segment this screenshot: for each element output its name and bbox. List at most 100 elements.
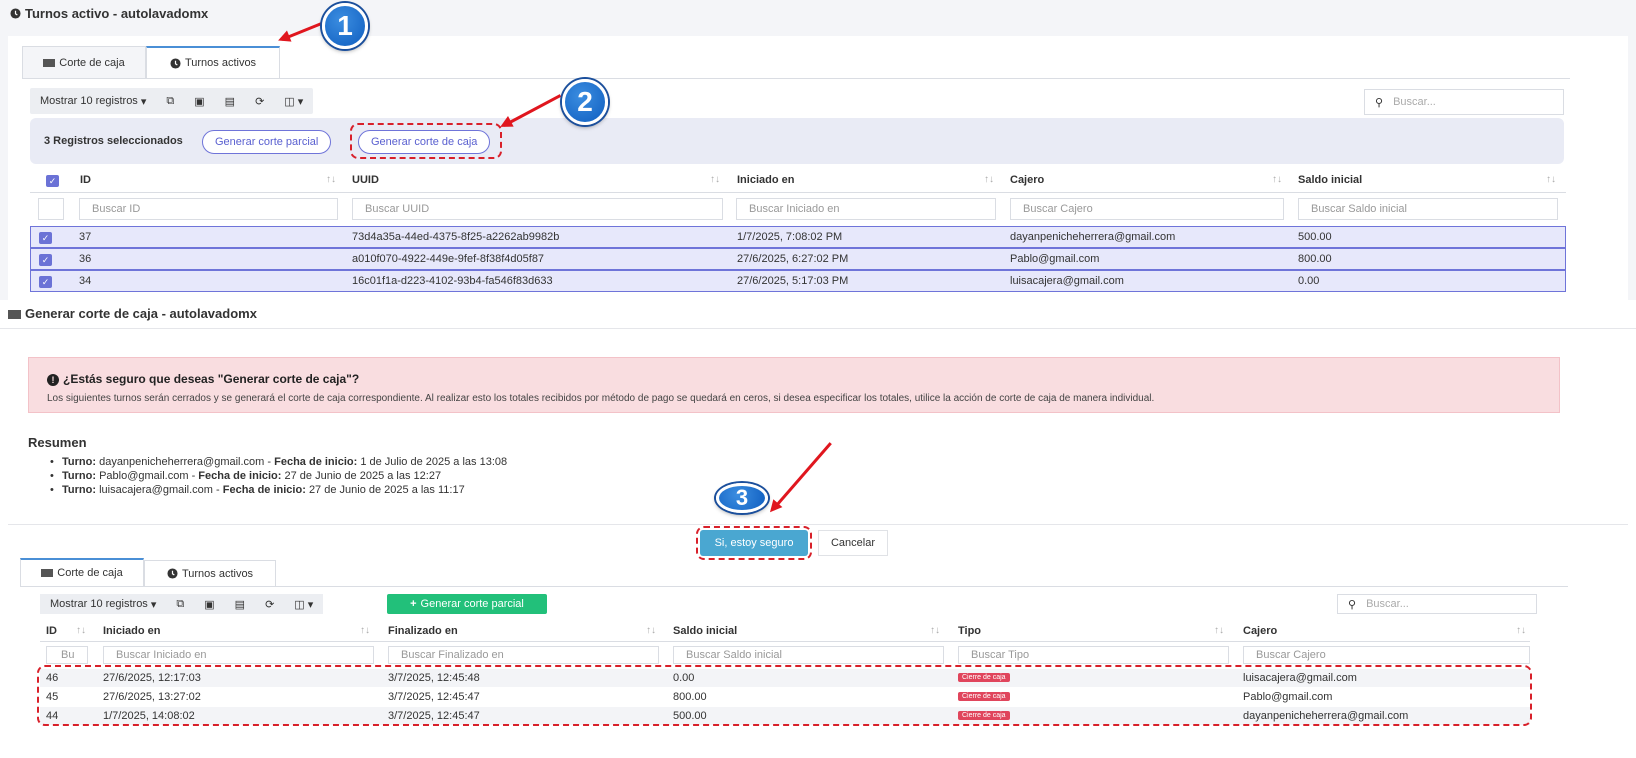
col-cashier[interactable]: Cajero — [1010, 174, 1044, 186]
search-icon: ⚲ — [1348, 598, 1357, 611]
active-shifts-panel: Turnos activo - autolavadomx Corte de ca… — [0, 0, 1636, 318]
tab-corte-de-caja[interactable]: Corte de caja — [20, 558, 144, 586]
alert-body: Los siguientes turnos serán cerrados y s… — [47, 393, 1155, 404]
tab-corte-de-caja[interactable]: Corte de caja — [22, 46, 146, 78]
sort-icon[interactable]: ↑↓ — [1214, 625, 1224, 636]
search-input[interactable]: ⚲ Buscar... — [1337, 594, 1537, 614]
summary-title: Resumen — [28, 435, 87, 450]
sort-icon[interactable]: ↑↓ — [360, 625, 370, 636]
sort-icon[interactable]: ↑↓ — [710, 174, 720, 185]
summary-turno: luisacajera@gmail.com — [99, 484, 213, 496]
col-cashier[interactable]: Cajero — [1243, 625, 1277, 637]
summary-item: Turno: dayanpenicheherrera@gmail.com - F… — [50, 456, 508, 468]
table-row[interactable]: ✓ 37 73d4a35a-44ed-4375-8f25-a2262ab9982… — [30, 226, 1566, 248]
csv-button[interactable]: ▤ — [215, 88, 245, 114]
sort-icon[interactable]: ↑↓ — [646, 625, 656, 636]
warning-alert: ! ¿Estás seguro que deseas "Generar corte… — [28, 357, 1560, 413]
refresh-button[interactable]: ⟳ — [245, 88, 274, 114]
cancel-button[interactable]: Cancelar — [818, 530, 888, 556]
summary-item: Turno: luisacajera@gmail.com - Fecha de … — [50, 484, 465, 496]
filter-started[interactable]: Buscar Iniciado en — [736, 198, 996, 220]
header-divider — [40, 641, 1530, 642]
fecha-label: Fecha de inicio: — [198, 470, 282, 482]
copy-button[interactable]: ⧉ — [156, 88, 184, 114]
col-uuid[interactable]: UUID — [352, 174, 379, 186]
selection-bar: 3 Registros seleccionados Generar corte … — [30, 118, 1564, 164]
col-started[interactable]: Iniciado en — [737, 174, 794, 186]
columns-button[interactable]: ◫ ▾ — [284, 594, 323, 614]
columns-button[interactable]: ◫ ▾ — [274, 88, 313, 114]
alert-title: ¿Estás seguro que deseas "Generar corte … — [63, 372, 360, 386]
plus-icon: + — [410, 598, 417, 610]
row-checkbox[interactable]: ✓ — [39, 276, 52, 288]
filter-cashier[interactable]: Buscar Cajero — [1243, 646, 1530, 664]
sort-icon[interactable]: ↑↓ — [1546, 174, 1556, 185]
excel-button[interactable]: ▣ — [184, 88, 214, 114]
panel1-title: Turnos activo - autolavadomx — [25, 6, 209, 21]
columns-icon: ◫ ▾ — [294, 598, 314, 611]
filter-uuid[interactable]: Buscar UUID — [352, 198, 723, 220]
sort-icon[interactable]: ↑↓ — [1272, 174, 1282, 185]
filter-finished[interactable]: Buscar Finalizado en — [388, 646, 659, 664]
csv-button[interactable]: ▤ — [225, 594, 255, 614]
cash-register-icon — [8, 310, 21, 319]
filter-balance[interactable]: Buscar Saldo inicial — [1298, 198, 1558, 220]
copy-icon: ⧉ — [176, 597, 185, 610]
filter-balance[interactable]: Buscar Saldo inicial — [673, 646, 944, 664]
dialog-title-row: Generar corte de caja - autolavadomx — [8, 306, 257, 321]
turno-label: Turno: — [62, 470, 97, 482]
cell-cashier: Pablo@gmail.com — [1010, 253, 1100, 265]
show-records-dropdown[interactable]: Mostrar 10 registros ▾ — [40, 594, 166, 614]
clock-icon — [10, 8, 21, 19]
step-marker-1: 1 — [322, 3, 368, 49]
col-id[interactable]: ID — [46, 625, 57, 637]
confirm-dialog: Generar corte de caja - autolavadomx — [0, 300, 1636, 558]
col-type[interactable]: Tipo — [958, 625, 981, 637]
col-finished[interactable]: Finalizado en — [388, 625, 458, 637]
fecha-label: Fecha de inicio: — [222, 484, 306, 496]
clock-icon — [170, 57, 181, 69]
show-records-dropdown[interactable]: Mostrar 10 registros ▾ — [30, 88, 156, 114]
excel-button[interactable]: ▣ — [194, 594, 224, 614]
show-records-label: Mostrar 10 registros — [40, 95, 138, 107]
col-started[interactable]: Iniciado en — [103, 625, 160, 637]
copy-button[interactable]: ⧉ — [166, 594, 194, 614]
alert-title-row: ! ¿Estás seguro que deseas "Generar corte… — [47, 372, 359, 386]
sort-icon[interactable]: ↑↓ — [1516, 625, 1526, 636]
generate-partial-button[interactable]: + Generar corte parcial — [387, 594, 547, 614]
search-input[interactable]: ⚲ Buscar... — [1364, 89, 1564, 115]
table-row[interactable]: ✓ 34 16c01f1a-d223-4102-93b4-fa546f83d63… — [30, 270, 1566, 292]
table-row[interactable]: ✓ 36 a010f070-4922-449e-9fef-8f38f4d05f8… — [30, 248, 1566, 270]
filter-cashier[interactable]: Buscar Cajero — [1010, 198, 1284, 220]
col-balance[interactable]: Saldo inicial — [673, 625, 737, 637]
filter-type[interactable]: Buscar Tipo — [958, 646, 1229, 664]
row-checkbox[interactable]: ✓ — [39, 254, 52, 266]
filter-id[interactable]: Buscar ID — [79, 198, 338, 220]
search-placeholder: Buscar... — [1366, 598, 1409, 610]
filter-started[interactable]: Buscar Iniciado en — [103, 646, 374, 664]
col-balance[interactable]: Saldo inicial — [1298, 174, 1362, 186]
refresh-button[interactable]: ⟳ — [255, 594, 284, 614]
tab-turnos-activos[interactable]: Turnos activos — [144, 560, 276, 586]
summary-turno: dayanpenicheherrera@gmail.com — [99, 456, 265, 468]
tab-turnos-activos[interactable]: Turnos activos — [146, 46, 280, 78]
row-checkbox[interactable]: ✓ — [39, 232, 52, 244]
filter-id[interactable]: Bu — [46, 646, 88, 664]
filter-checkbox-cell[interactable] — [38, 198, 64, 220]
sort-icon[interactable]: ↑↓ — [326, 174, 336, 185]
summary-fecha: 1 de Julio de 2025 a las 13:08 — [360, 456, 508, 468]
sort-icon[interactable]: ↑↓ — [930, 625, 940, 636]
select-all-checkbox[interactable]: ✓ — [46, 175, 59, 187]
generate-partial-button[interactable]: Generar corte parcial — [202, 130, 332, 154]
cell-id: 37 — [79, 231, 92, 243]
tab-divider — [20, 586, 1568, 587]
sort-icon[interactable]: ↑↓ — [76, 625, 86, 636]
cell-uuid: 73d4a35a-44ed-4375-8f25-a2262ab9982b — [352, 231, 560, 243]
cell-started: 27/6/2025, 5:17:03 PM — [737, 275, 849, 287]
sort-icon[interactable]: ↑↓ — [984, 174, 994, 185]
step-marker-3: 3 — [716, 483, 768, 513]
cell-cashier: luisacajera@gmail.com — [1010, 275, 1124, 287]
cell-id: 36 — [79, 253, 92, 265]
highlight-cut-results — [37, 665, 1532, 726]
col-id[interactable]: ID — [80, 174, 91, 186]
